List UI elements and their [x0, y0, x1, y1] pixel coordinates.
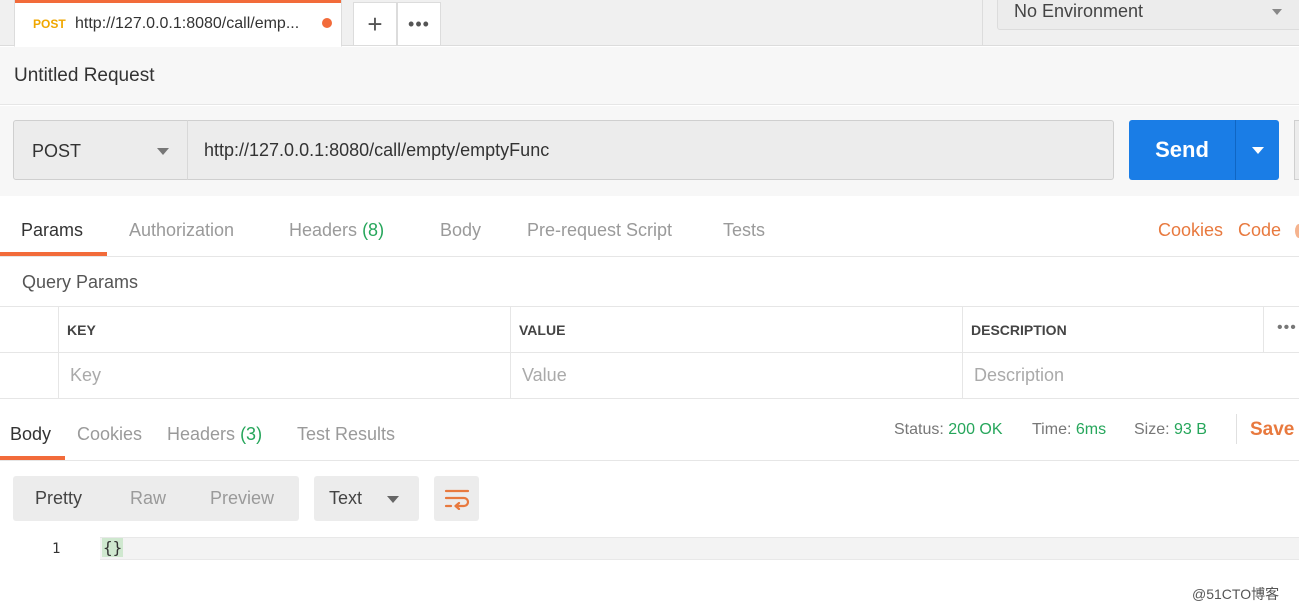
- active-tab-underline: [0, 456, 65, 460]
- active-line-highlight: [100, 537, 1299, 560]
- plus-icon: +: [367, 8, 383, 39]
- column-divider: [1263, 307, 1264, 352]
- format-toggle-group: Pretty Raw Preview: [13, 476, 299, 521]
- tab-bar: POST http://127.0.0.1:8080/call/emp... +…: [0, 0, 1299, 47]
- request-tab-url: http://127.0.0.1:8080/call/emp...: [75, 15, 300, 32]
- query-params-table: KEY VALUE DESCRIPTION ••• Key Value Desc…: [0, 306, 1299, 399]
- method-label: POST: [32, 141, 82, 161]
- tab-headers[interactable]: Headers (8): [289, 220, 384, 241]
- method-select[interactable]: POST: [13, 120, 188, 180]
- tab-authorization[interactable]: Authorization: [129, 220, 234, 241]
- status-label: Status:: [894, 421, 944, 438]
- time-value: 6ms: [1075, 421, 1107, 438]
- response-tab-test-results[interactable]: Test Results: [297, 424, 395, 445]
- response-tab-headers[interactable]: Headers (3): [167, 424, 262, 445]
- size-label: Size:: [1134, 421, 1170, 438]
- request-title[interactable]: Untitled Request: [14, 65, 154, 87]
- column-header-value: VALUE: [519, 322, 566, 338]
- request-tabs: Params Authorization Headers (8) Body Pr…: [0, 196, 1299, 257]
- response-tab-headers-count: (3): [240, 424, 263, 444]
- tab-headers-label: Headers: [289, 220, 358, 240]
- chevron-down-icon: [1272, 9, 1282, 15]
- code-link[interactable]: Code: [1238, 220, 1281, 241]
- pretty-button[interactable]: Pretty: [35, 488, 82, 509]
- unsaved-dot-icon: [322, 18, 332, 28]
- chevron-down-icon: [1252, 147, 1264, 154]
- column-divider: [510, 307, 511, 399]
- query-params-title: Query Params: [22, 272, 139, 292]
- raw-button[interactable]: Raw: [130, 488, 166, 509]
- size-value: 93 B: [1174, 421, 1207, 438]
- tab-headers-count: (8): [362, 220, 385, 240]
- environment-divider: [982, 0, 983, 46]
- request-tab-method: POST: [33, 17, 66, 31]
- response-type-select[interactable]: Text: [314, 476, 419, 521]
- status-readout[interactable]: Status: 200 OK: [894, 421, 1003, 439]
- tab-params[interactable]: Params: [21, 220, 83, 241]
- column-header-key: KEY: [67, 322, 96, 338]
- tab-options-button[interactable]: •••: [397, 2, 441, 46]
- tab-body[interactable]: Body: [440, 220, 481, 241]
- table-row-divider: [0, 352, 1299, 353]
- tab-prerequest-script[interactable]: Pre-request Script: [527, 220, 672, 241]
- wrap-lines-icon: [444, 489, 469, 510]
- new-tab-button[interactable]: +: [353, 2, 397, 46]
- response-tab-headers-label: Headers: [167, 424, 236, 444]
- url-bar: POST Send: [0, 106, 1299, 196]
- comments-icon[interactable]: [1295, 224, 1299, 238]
- column-header-description: DESCRIPTION: [971, 322, 1067, 338]
- chevron-down-icon: [387, 496, 399, 503]
- wrap-lines-button[interactable]: [434, 476, 479, 521]
- active-tab-underline: [0, 252, 107, 256]
- column-options-icon[interactable]: •••: [1277, 319, 1297, 337]
- save-response-button[interactable]: Save R: [1250, 419, 1299, 441]
- value-input[interactable]: Value: [522, 365, 567, 386]
- column-divider: [962, 307, 963, 399]
- response-tab-body[interactable]: Body: [10, 424, 51, 445]
- description-input[interactable]: Description: [974, 365, 1064, 386]
- watermark: @51CTO博客: [1192, 586, 1280, 602]
- send-button[interactable]: Send: [1129, 120, 1235, 180]
- response-tab-cookies[interactable]: Cookies: [77, 424, 142, 445]
- request-title-bar: Untitled Request: [0, 47, 1299, 105]
- send-options-button[interactable]: [1235, 120, 1279, 180]
- time-readout[interactable]: Time: 6ms: [1032, 421, 1106, 439]
- save-divider: [1236, 414, 1237, 444]
- url-input[interactable]: [187, 120, 1114, 180]
- save-button-edge[interactable]: [1294, 120, 1299, 180]
- response-tabs: Body Cookies Headers (3) Test Results St…: [0, 400, 1299, 461]
- environment-label: No Environment: [1014, 1, 1144, 21]
- active-tab-indicator: [15, 0, 341, 3]
- chevron-down-icon: [157, 148, 169, 155]
- response-type-label: Text: [329, 488, 363, 508]
- status-value: 200 OK: [948, 421, 1003, 438]
- cookies-link[interactable]: Cookies: [1158, 220, 1223, 241]
- request-tab[interactable]: POST http://127.0.0.1:8080/call/emp...: [14, 0, 342, 47]
- size-readout[interactable]: Size: 93 B: [1134, 421, 1207, 439]
- time-label: Time:: [1032, 421, 1072, 438]
- tab-tests[interactable]: Tests: [723, 220, 765, 241]
- column-divider: [58, 307, 59, 399]
- response-body-code[interactable]: {}: [102, 538, 124, 557]
- line-number: 1: [52, 541, 61, 557]
- environment-select[interactable]: No Environment: [997, 0, 1299, 30]
- preview-button[interactable]: Preview: [210, 488, 274, 509]
- key-input[interactable]: Key: [70, 365, 101, 386]
- ellipsis-icon: •••: [408, 13, 430, 34]
